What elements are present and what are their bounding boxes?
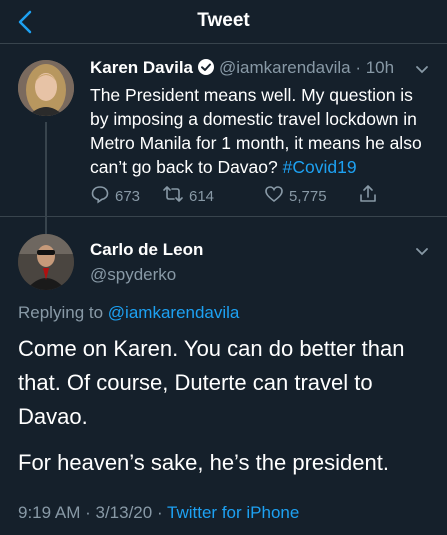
like-icon <box>264 184 284 208</box>
author-handle[interactable]: @spyderko <box>90 265 176 285</box>
like-count: 5,775 <box>289 187 327 205</box>
top-bar: Tweet <box>0 0 447 44</box>
tweet-body: The President means well. My question is… <box>90 85 422 177</box>
tweet-paragraph: Come on Karen. You can do better than th… <box>18 336 405 429</box>
retweet-icon <box>162 184 184 208</box>
verified-badge-icon <box>197 58 215 81</box>
chevron-down-icon[interactable] <box>415 62 429 80</box>
share-icon <box>358 184 378 208</box>
parent-tweet[interactable]: Karen Davila @iamkarendavila · 10h The Pr… <box>0 44 447 268</box>
reply-button[interactable]: 673 <box>90 184 140 208</box>
author-name[interactable]: Carlo de Leon <box>90 240 203 260</box>
tweet-text: Come on Karen. You can do better than th… <box>18 332 438 492</box>
chevron-down-icon[interactable] <box>415 244 429 262</box>
like-button[interactable]: 5,775 <box>264 184 327 208</box>
tweet-paragraph: For heaven’s sake, he’s the president. <box>18 450 389 475</box>
retweet-button[interactable]: 614 <box>162 184 214 208</box>
author-name[interactable]: Karen Davila <box>90 58 193 77</box>
replying-to-label: Replying to <box>18 303 104 322</box>
reply-count: 673 <box>115 187 141 205</box>
page-title: Tweet <box>197 10 250 31</box>
tweet-metadata: 9:19 AM · 3/13/20 · Twitter for iPhone <box>18 503 299 523</box>
author-handle[interactable]: @iamkarendavila <box>219 58 351 77</box>
avatar[interactable] <box>18 234 74 290</box>
tweet-age: 10h <box>365 58 395 77</box>
source-link[interactable]: Twitter for iPhone <box>167 503 299 522</box>
avatar[interactable] <box>18 60 74 116</box>
reply-icon <box>90 184 110 208</box>
hashtag-link[interactable]: #Covid19 <box>283 157 357 177</box>
dot-separator: · <box>350 58 366 77</box>
tweet-time: 9:19 AM <box>18 503 81 522</box>
share-button[interactable] <box>358 184 378 208</box>
retweet-count: 614 <box>189 187 215 205</box>
tweet-text: The President means well. My question is… <box>90 83 435 179</box>
tweet-date: 3/13/20 <box>95 503 153 522</box>
replying-to-line: Replying to @iamkarendavila <box>18 303 239 323</box>
divider <box>0 216 447 217</box>
dot-separator: · <box>80 503 96 522</box>
mention-link[interactable]: @iamkarendavila <box>108 303 240 322</box>
tweet-header: Karen Davila @iamkarendavila · 10h <box>90 58 394 81</box>
dot-separator: · <box>152 503 168 522</box>
tweet-actions: 673 614 5,775 <box>90 184 420 208</box>
